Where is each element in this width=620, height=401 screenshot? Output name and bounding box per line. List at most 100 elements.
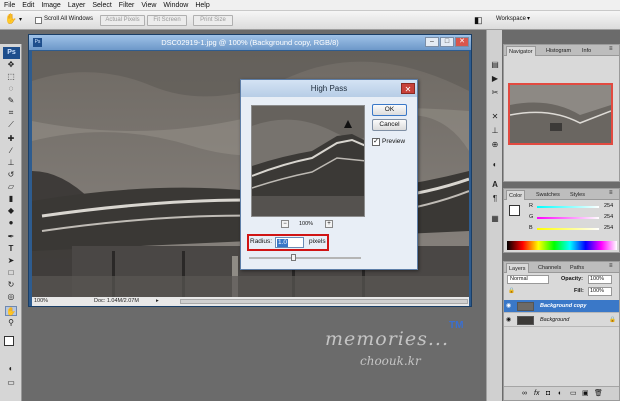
close-button[interactable]: ✕ [455,37,469,47]
layer-row-background-copy[interactable]: ◉ Background copy [504,300,619,313]
menu-filter[interactable]: Filter [119,2,135,9]
history-panel-icon[interactable]: ▤ [489,60,501,70]
clone-source-icon[interactable]: ⊥ [489,126,501,136]
shape-tool-icon[interactable]: □ [5,268,17,278]
tab-styles[interactable]: Styles [568,190,587,200]
preview-zoom-in-button[interactable]: + [325,220,333,228]
marquee-tool-icon[interactable]: ⬚ [5,72,17,82]
masks-panel-icon[interactable]: ⊕ [489,140,501,150]
blur-tool-icon[interactable]: ◆ [5,206,17,216]
filter-preview[interactable] [251,105,365,217]
menu-help[interactable]: Help [195,2,209,9]
tab-channels[interactable]: Channels [536,263,563,273]
tool-preset-dropdown[interactable]: ▾ [19,15,27,25]
tab-navigator[interactable]: Navigator [506,46,536,56]
quick-mask-icon[interactable]: ◐ [5,364,17,374]
layer-style-icon[interactable]: fx [534,387,539,401]
maximize-button[interactable]: □ [440,37,454,47]
hand-tool-icon[interactable]: ✋ [5,306,17,316]
preview-checkbox[interactable]: ✓ [372,138,380,146]
horizontal-scrollbar[interactable] [180,299,468,304]
dodge-tool-icon[interactable]: ● [5,218,17,228]
blue-slider[interactable] [537,228,599,230]
3d-rotate-tool-icon[interactable]: ↻ [5,280,17,290]
brushes-panel-icon[interactable]: ✕ [489,112,501,122]
new-group-icon[interactable]: ▭ [570,387,577,401]
radius-slider-handle[interactable] [291,254,296,261]
ok-button[interactable]: OK [372,104,407,116]
panel-menu-icon[interactable]: ≡ [609,263,613,269]
fill-input[interactable]: 100% [588,287,612,296]
layer-row-background[interactable]: ◉ Background 🔒 [504,314,619,327]
tab-color[interactable]: Color [506,190,526,200]
workspace-menu[interactable]: Workspace [496,16,526,22]
tab-paths[interactable]: Paths [568,263,586,273]
actual-pixels-button[interactable]: Actual Pixels [100,15,145,26]
screen-mode-icon[interactable]: ▭ [5,378,17,388]
delete-layer-icon[interactable]: 🗑 [594,387,603,401]
radius-input[interactable]: 1.0 [275,237,304,248]
tab-layers[interactable]: Layers [506,263,529,273]
type-tool-icon[interactable]: T [5,244,17,254]
menu-select[interactable]: Select [92,2,111,9]
link-layers-icon[interactable]: ∞ [522,387,527,401]
blue-value[interactable]: 254 [604,225,613,231]
notes-panel-icon[interactable]: ▦ [489,214,501,224]
preview-zoom-out-button[interactable]: − [281,220,289,228]
zoom-tool-icon[interactable]: ⚲ [5,318,17,328]
tab-info[interactable]: Info [580,46,593,56]
fit-screen-button[interactable]: Fit Screen [147,15,187,26]
hand-tool-icon[interactable]: ✋ [4,14,18,26]
foreground-color-swatch[interactable] [4,336,14,346]
crop-tool-icon[interactable]: ⌗ [5,108,17,118]
add-mask-icon[interactable]: ◘ [546,387,550,401]
actions-panel-icon[interactable]: ▶ [489,74,501,84]
dialog-close-button[interactable]: ✕ [401,83,415,94]
pen-tool-icon[interactable]: ✒ [5,232,17,242]
print-size-button[interactable]: Print Size [193,15,233,26]
red-value[interactable]: 254 [604,203,613,209]
adjustments-panel-icon[interactable]: ◐ [489,160,501,170]
color-foreground-swatch[interactable] [509,205,520,216]
brush-tool-icon[interactable]: ∕ [5,146,17,156]
scroll-all-windows-checkbox[interactable] [35,17,42,24]
path-select-tool-icon[interactable]: ➤ [5,256,17,266]
color-ramp[interactable] [507,241,617,250]
tab-histogram[interactable]: Histogram [544,46,573,56]
tab-swatches[interactable]: Swatches [534,190,562,200]
character-panel-icon[interactable]: A [489,180,501,190]
move-tool-icon[interactable]: ✥ [5,60,17,70]
menu-window[interactable]: Window [163,2,188,9]
chevron-down-icon[interactable]: ▾ [527,15,530,22]
gradient-tool-icon[interactable]: ▮ [5,194,17,204]
lasso-tool-icon[interactable]: ◌ [5,84,17,94]
green-slider[interactable] [537,217,599,219]
status-menu-arrow-icon[interactable]: ▸ [156,297,159,306]
menu-image[interactable]: Image [41,2,60,9]
visibility-eye-icon[interactable]: ◉ [506,317,513,323]
healing-tool-icon[interactable]: ✚ [5,134,17,144]
eraser-tool-icon[interactable]: ▱ [5,182,17,192]
navigator-thumbnail[interactable] [508,83,613,145]
zoom-level-field[interactable]: 100% [34,297,48,306]
cancel-button[interactable]: Cancel [372,119,407,131]
history-brush-tool-icon[interactable]: ↺ [5,170,17,180]
minimize-button[interactable]: – [425,37,439,47]
document-titlebar[interactable]: Ps DSC02919-1.jpg @ 100% (Background cop… [29,35,471,50]
dialog-titlebar[interactable]: High Pass [241,80,417,97]
menu-file[interactable]: File [4,2,15,9]
radius-slider-track[interactable] [249,257,361,259]
3d-orbit-tool-icon[interactable]: ◎ [5,292,17,302]
clone-stamp-tool-icon[interactable]: ⊥ [5,158,17,168]
panel-menu-icon[interactable]: ≡ [609,190,613,196]
adjustment-layer-icon[interactable]: ◐ [558,387,562,401]
quick-select-tool-icon[interactable]: ✎ [5,96,17,106]
menu-view[interactable]: View [141,2,156,9]
blend-mode-select[interactable]: Normal [507,275,549,284]
green-value[interactable]: 254 [604,214,613,220]
paragraph-panel-icon[interactable]: ¶ [489,194,501,204]
red-slider[interactable] [537,206,599,208]
eyedropper-tool-icon[interactable]: ⟋ [5,120,17,130]
visibility-eye-icon[interactable]: ◉ [506,303,513,309]
opacity-input[interactable]: 100% [588,275,612,284]
